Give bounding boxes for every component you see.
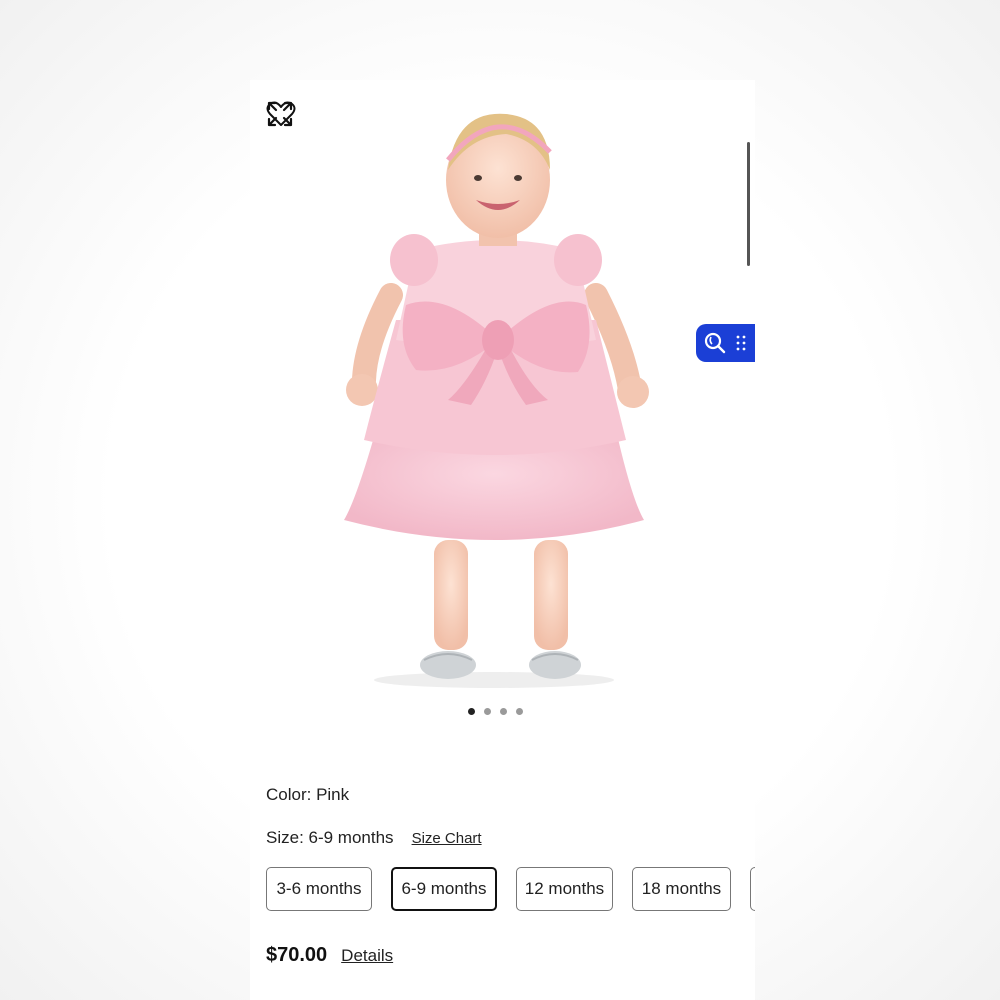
price-row: $70.00 Details: [266, 944, 393, 967]
size-option-3-6[interactable]: 3-6 months: [266, 867, 372, 911]
size-chart-link[interactable]: Size Chart: [412, 830, 482, 847]
product-image[interactable]: [266, 100, 736, 690]
size-option-12[interactable]: 12 months: [516, 867, 613, 911]
scrollbar[interactable]: [747, 142, 750, 266]
gallery-dot[interactable]: [484, 708, 491, 715]
product-page: Color: Pink Size: 6-9 months Size Chart …: [250, 80, 755, 1000]
gallery-dot[interactable]: [468, 708, 475, 715]
expand-icon[interactable]: [266, 100, 294, 128]
price: $70.00: [266, 944, 328, 966]
size-option-more[interactable]: [750, 867, 755, 911]
product-photo: [344, 113, 649, 688]
color-label: Color: Pink: [266, 785, 350, 804]
visual-search-tab[interactable]: [696, 324, 755, 362]
drag-handle-icon[interactable]: [736, 335, 746, 351]
details-link[interactable]: Details: [341, 946, 393, 966]
size-label: Size: 6-9 months: [266, 828, 394, 847]
size-option-6-9[interactable]: 6-9 months: [391, 867, 497, 911]
gallery-dot[interactable]: [516, 708, 523, 715]
size-selector: 3-6 months 6-9 months 12 months 18 month…: [266, 867, 755, 911]
gallery-dot[interactable]: [500, 708, 507, 715]
gallery-pagination: [468, 708, 523, 715]
size-row: Size: 6-9 months Size Chart: [266, 828, 482, 848]
visual-search-icon[interactable]: [704, 332, 726, 354]
size-option-18[interactable]: 18 months: [632, 867, 731, 911]
